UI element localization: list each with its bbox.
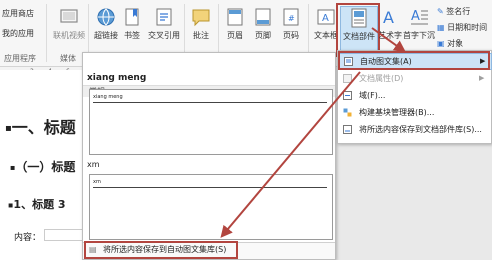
arrow-to-save-action (220, 71, 361, 238)
arrow-to-autotext (371, 27, 406, 53)
annotation-arrows (220, 27, 406, 238)
